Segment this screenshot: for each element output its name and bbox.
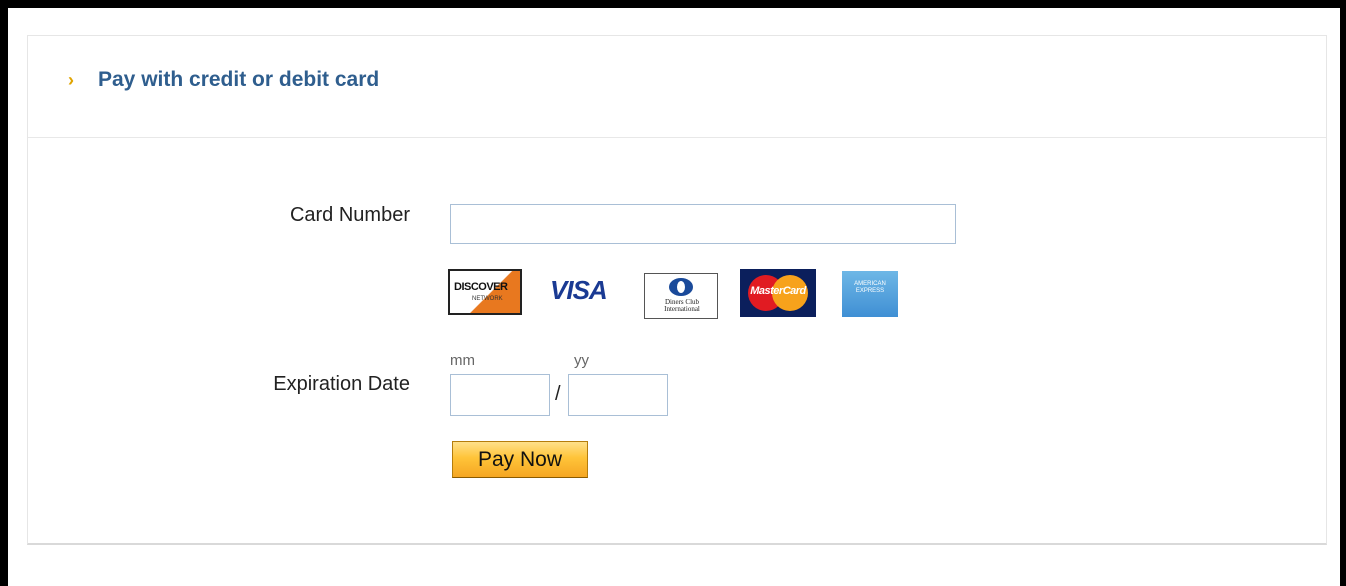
visa-logo-text: VISA	[550, 275, 608, 305]
diners-club-emblem	[669, 278, 693, 296]
month-label: mm	[450, 352, 475, 369]
expiration-date-label: Expiration Date	[273, 373, 410, 395]
date-separator: /	[555, 383, 561, 405]
mastercard-logo-text: MasterCard	[750, 285, 806, 297]
expiration-month-input[interactable]	[450, 374, 550, 416]
payment-panel: › Pay with credit or debit card Card Num…	[27, 35, 1327, 545]
diners-club-logo-icon: Diners Club International	[644, 273, 718, 319]
american-express-logo-icon: AMERICAN EXPRESS	[842, 271, 898, 317]
mastercard-logo-icon: MasterCard	[740, 269, 816, 317]
panel-title[interactable]: Pay with credit or debit card	[98, 68, 379, 92]
panel-header[interactable]: › Pay with credit or debit card	[28, 36, 1326, 138]
discover-logo-text: DISCOVER	[454, 281, 508, 293]
american-express-logo-text: AMERICAN EXPRESS	[854, 281, 886, 294]
chevron-right-icon: ›	[68, 70, 74, 90]
discover-logo-icon: DISCOVER NETWORK	[448, 269, 522, 315]
visa-logo-icon: VISA	[548, 273, 620, 307]
expiration-year-input[interactable]	[568, 374, 668, 416]
pay-now-button[interactable]: Pay Now	[452, 441, 588, 478]
card-number-label: Card Number	[289, 204, 410, 226]
diners-club-logo-text: Diners Club International	[664, 298, 700, 313]
year-label: yy	[574, 352, 589, 369]
discover-logo-subtext: NETWORK	[472, 296, 503, 302]
card-number-input[interactable]	[450, 204, 956, 244]
